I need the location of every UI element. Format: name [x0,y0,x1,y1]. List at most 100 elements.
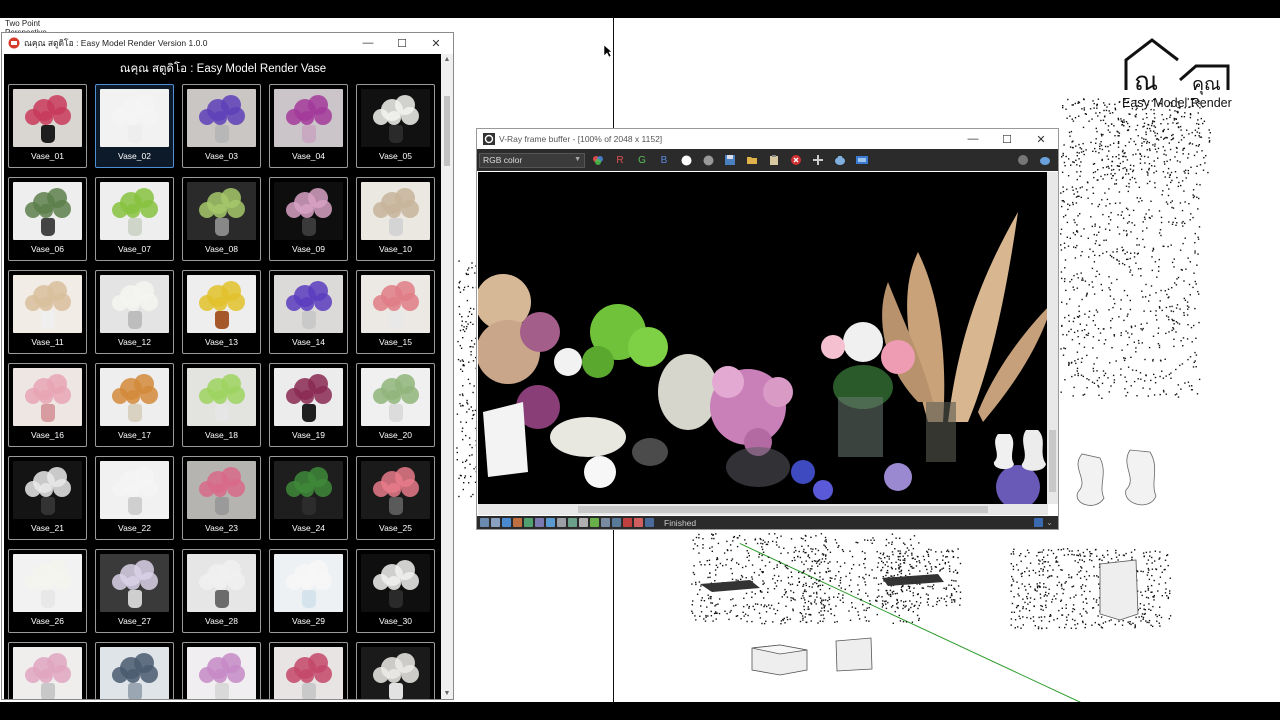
split-icon[interactable] [634,518,643,527]
mono-icon[interactable] [699,152,717,168]
red-channel-button[interactable]: R [611,152,629,168]
white-alpha-icon[interactable] [677,152,695,168]
exposure-icon[interactable] [524,518,533,527]
vase-tile[interactable]: Vase_03 [182,84,261,168]
vase-tile[interactable]: Vase_04 [269,84,348,168]
hsl-icon[interactable] [601,518,610,527]
vase-tile[interactable]: Vase_15 [356,270,435,354]
vase-thumbnail [187,647,256,699]
vase-tile[interactable]: Vase_01 [8,84,87,168]
pixel-info-icon[interactable] [557,518,566,527]
levels-icon[interactable] [546,518,555,527]
vray-render-image[interactable] [478,172,1048,504]
vase-tile[interactable]: Vase_11 [8,270,87,354]
vase-tile[interactable]: Vase_10 [356,177,435,261]
emr-scroll-thumb[interactable] [444,96,450,166]
easy-model-render-window[interactable]: ณคุณ สตูดิโอ : Easy Model Render Version… [1,32,454,700]
clipboard-icon[interactable] [765,152,783,168]
green-channel-button[interactable]: G [633,152,651,168]
settings-panel-icon[interactable] [853,152,871,168]
logo-text: Easy Model Render [1122,96,1232,110]
scroll-down-arrow-icon[interactable]: ▼ [441,690,453,697]
channel-select[interactable]: RGB color ▼ [479,152,585,168]
close-button[interactable]: ✕ [419,33,453,53]
vase-tile[interactable]: Vase_06 [8,177,87,261]
ab-compare-icon[interactable] [623,518,632,527]
minimize-button[interactable]: — [351,33,385,53]
vase-tile[interactable]: Vase_21 [8,456,87,540]
vray-horizontal-scrollbar[interactable] [478,504,1048,515]
info-icon[interactable] [502,518,511,527]
vase-tile[interactable]: Vase_30 [356,549,435,633]
vase-tile[interactable]: Vase_07 [95,177,174,261]
vray-frame-buffer-window[interactable]: V-Ray frame buffer - [100% of 2048 x 115… [476,128,1059,530]
vray-vertical-scrollbar[interactable] [1047,172,1058,504]
vase-tile[interactable]: Vase_24 [269,456,348,540]
maximize-button[interactable]: ☐ [385,33,419,53]
vase-tile[interactable]: Vase_18 [182,363,261,447]
vase-tile[interactable]: Vase_26 [8,549,87,633]
vase-tile[interactable]: Vase_08 [182,177,261,261]
vase-tile[interactable] [95,642,174,699]
vray-hscroll-thumb[interactable] [578,506,988,513]
stop-render-icon[interactable] [1014,152,1032,168]
vase-tile[interactable]: Vase_12 [95,270,174,354]
vase-thumbnail [100,368,169,426]
color-balance-icon[interactable] [590,518,599,527]
vase-tile[interactable]: Vase_23 [182,456,261,540]
vase-tile[interactable]: Vase_05 [356,84,435,168]
vray-maximize-button[interactable]: ☐ [990,129,1024,149]
vase-tile[interactable]: Vase_27 [95,549,174,633]
clear-icon[interactable] [787,152,805,168]
vase-tile[interactable]: Vase_16 [8,363,87,447]
vase-tile[interactable]: Vase_17 [95,363,174,447]
flower-shape [314,293,332,311]
vase-tile[interactable]: Vase_25 [356,456,435,540]
vase-thumbnail [361,368,430,426]
panel-toggle-icon[interactable] [1034,518,1043,527]
teapot-render-icon[interactable] [831,152,849,168]
vase-tile[interactable]: Vase_19 [269,363,348,447]
scroll-up-arrow-icon[interactable]: ▲ [441,56,453,63]
vase-tile[interactable] [269,642,348,699]
vase-tile[interactable]: Vase_28 [182,549,261,633]
flower-shape [314,572,332,590]
lut-icon[interactable] [513,518,522,527]
vray-minimize-button[interactable]: — [956,129,990,149]
vase-thumbnail [274,647,343,699]
vase-shape [40,218,55,236]
emr-titlebar[interactable]: ณคุณ สตูดิโอ : Easy Model Render Version… [2,33,453,53]
vase-tile[interactable] [8,642,87,699]
curves-icon[interactable] [535,518,544,527]
vase-label: Vase_29 [292,616,325,626]
open-folder-icon[interactable] [743,152,761,168]
vase-tile[interactable]: Vase_20 [356,363,435,447]
flower-shape [387,297,401,311]
save-icon[interactable] [721,152,739,168]
blue-channel-button[interactable]: B [655,152,673,168]
vase-tile[interactable]: Vase_02 [95,84,174,168]
region-render-icon[interactable] [809,152,827,168]
color-channels-icon[interactable] [589,152,607,168]
collapse-chevron-icon[interactable]: ⌄ [1045,518,1054,527]
frame-icon[interactable] [612,518,621,527]
vase-tile[interactable]: Vase_09 [269,177,348,261]
lock-icon[interactable] [645,518,654,527]
vray-close-button[interactable]: ✕ [1024,129,1058,149]
vase-tile[interactable]: Vase_13 [182,270,261,354]
vase-tile[interactable]: Vase_14 [269,270,348,354]
layers-icon[interactable] [491,518,500,527]
vase-tile[interactable]: Vase_29 [269,549,348,633]
vase-tile[interactable] [356,642,435,699]
vray-titlebar[interactable]: V-Ray frame buffer - [100% of 2048 x 115… [477,129,1058,149]
compare-icon[interactable] [579,518,588,527]
vase-tile[interactable]: Vase_22 [95,456,174,540]
vray-vscroll-thumb[interactable] [1049,430,1056,492]
emr-scrollbar[interactable]: ▲ ▼ [441,54,453,699]
proxy-plates [700,574,944,592]
history-icon[interactable] [480,518,489,527]
vase-tile[interactable] [182,642,261,699]
lens-effects-icon[interactable] [568,518,577,527]
render-teapot-icon[interactable] [1036,152,1054,168]
flower-shape [213,390,227,404]
